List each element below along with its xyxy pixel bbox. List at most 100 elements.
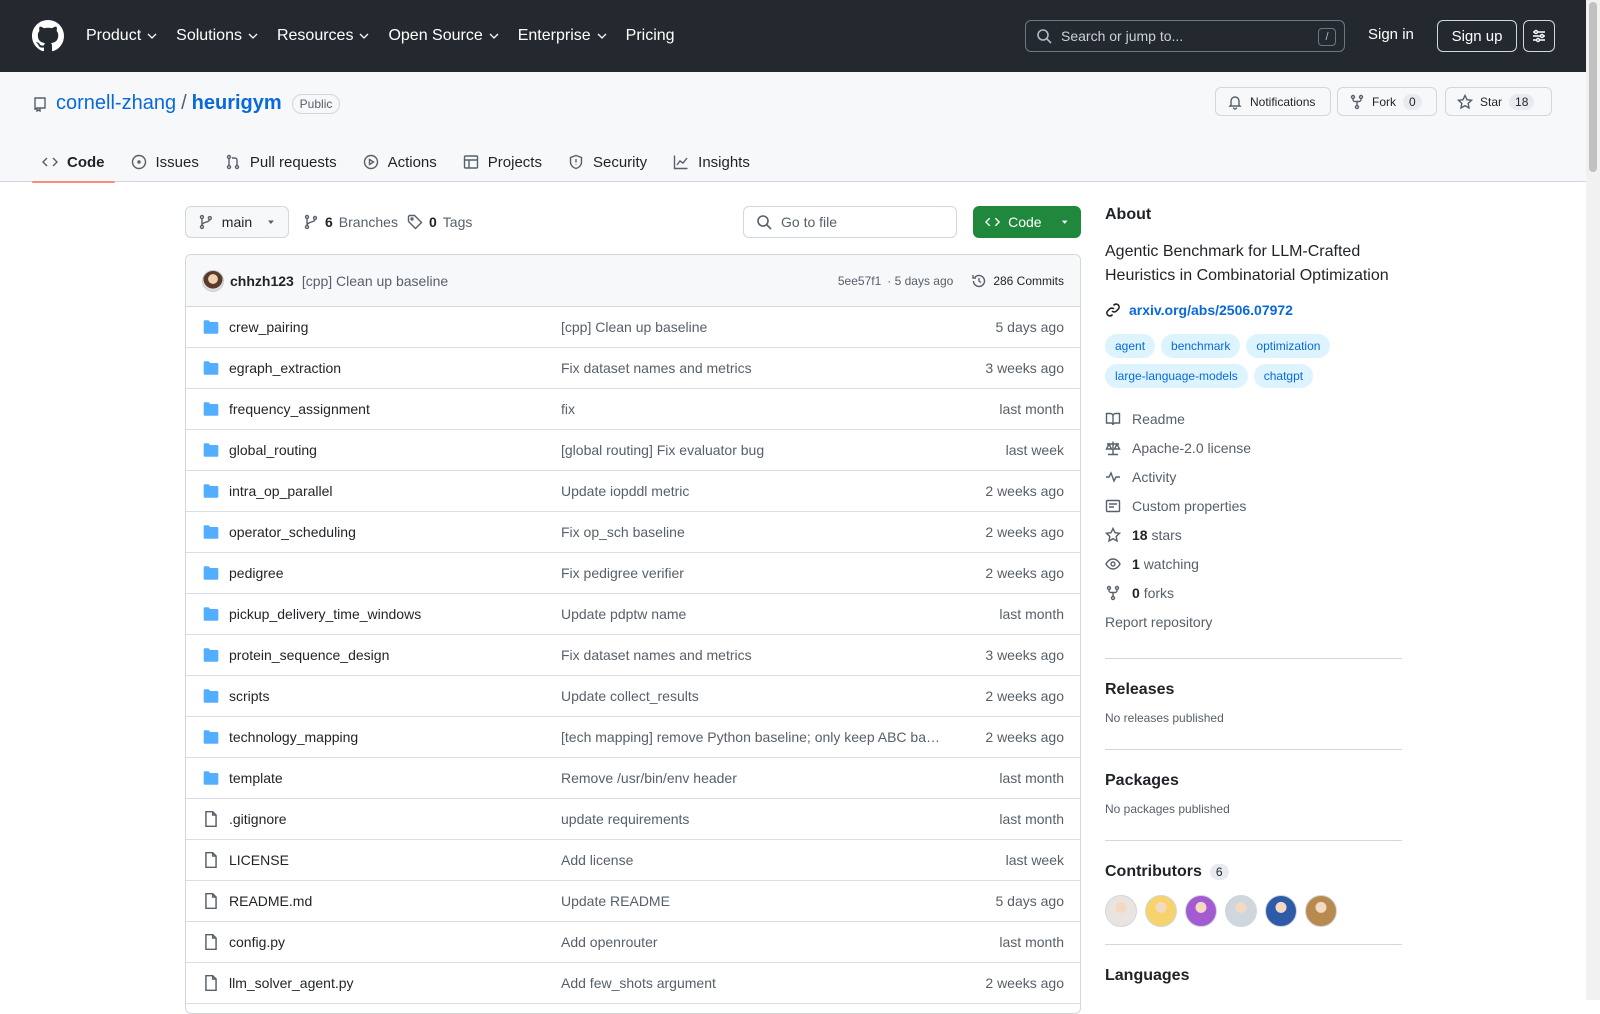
file-commit-message[interactable]: Update pdptw name [561, 606, 941, 622]
tab-insights[interactable]: Insights [663, 143, 760, 181]
topic-tag[interactable]: agent [1105, 334, 1156, 358]
packages-heading[interactable]: Packages [1105, 772, 1402, 790]
tab-pull-requests[interactable]: Pull requests [215, 143, 347, 181]
file-name[interactable]: LICENSE [229, 852, 561, 868]
nav-pricing[interactable]: Pricing [626, 27, 675, 45]
file-name[interactable]: .gitignore [229, 811, 561, 827]
topic-tag[interactable]: large-language-models [1105, 364, 1248, 388]
table-row[interactable]: frequency_assignment fix last month [186, 389, 1080, 430]
avatar[interactable] [202, 269, 224, 292]
topic-tag[interactable]: optimization [1246, 334, 1331, 358]
file-commit-message[interactable]: Add openrouter [561, 934, 941, 950]
avatar[interactable] [1185, 895, 1217, 927]
menu-button[interactable] [1523, 20, 1555, 52]
file-name[interactable]: protein_sequence_design [229, 647, 561, 663]
table-row[interactable]: crew_pairing [cpp] Clean up baseline 5 day… [186, 307, 1080, 348]
commits-link[interactable]: 286 Commits [971, 273, 1064, 289]
repo-name-link[interactable]: heurigym [192, 92, 282, 115]
file-name[interactable]: scripts [229, 688, 561, 704]
file-name[interactable]: pickup_delivery_time_windows [229, 606, 561, 622]
star-button[interactable]: Star 18 [1445, 87, 1552, 116]
file-commit-message[interactable]: Update iopddl metric [561, 483, 941, 499]
file-name[interactable]: operator_scheduling [229, 524, 561, 540]
file-commit-message[interactable]: fix [561, 401, 941, 417]
sign-in-link[interactable]: Sign in [1368, 26, 1414, 43]
homepage-link[interactable]: arxiv.org/abs/2506.07972 [1105, 302, 1402, 318]
commit-sha[interactable]: 5ee57f1 [838, 274, 881, 288]
file-commit-message[interactable]: Add license [561, 852, 941, 868]
activity-link[interactable]: Activity [1105, 462, 1402, 491]
file-commit-message[interactable]: Fix dataset names and metrics [561, 647, 941, 663]
tab-code[interactable]: Code [32, 143, 115, 183]
table-row[interactable]: pickup_delivery_time_windows Update pdptw… [186, 594, 1080, 635]
table-row[interactable]: intra_op_parallel Update iopddl metric 2 w… [186, 471, 1080, 512]
tab-security[interactable]: Security [558, 143, 657, 181]
nav-product[interactable]: Product [86, 27, 158, 45]
table-row[interactable]: README.md Update README 5 days ago [186, 881, 1080, 922]
forks-link[interactable]: 0 forks [1105, 578, 1402, 607]
branches-link[interactable]: 6 Branches [303, 214, 398, 230]
avatar[interactable] [1145, 895, 1177, 927]
table-row[interactable]: technology_mapping [tech mapping] remove … [186, 717, 1080, 758]
table-row[interactable]: global_routing [global routing] Fix evalu… [186, 430, 1080, 471]
file-commit-message[interactable]: update requirements [561, 811, 941, 827]
nav-resources[interactable]: Resources [277, 27, 370, 45]
nav-solutions[interactable]: Solutions [176, 27, 259, 45]
releases-heading[interactable]: Releases [1105, 681, 1402, 699]
table-row[interactable]: scripts Update collect_results 2 weeks ago [186, 676, 1080, 717]
file-commit-message[interactable]: [global routing] Fix evaluator bug [561, 442, 941, 458]
file-name[interactable]: README.md [229, 893, 561, 909]
table-row[interactable]: egraph_extraction Fix dataset names and m… [186, 348, 1080, 389]
sign-up-button[interactable]: Sign up [1437, 20, 1517, 52]
file-commit-message[interactable]: [tech mapping] remove Python baseline; o… [561, 729, 941, 745]
file-commit-message[interactable]: Fix pedigree verifier [561, 565, 941, 581]
file-name[interactable]: pedigree [229, 565, 561, 581]
table-row[interactable]: config.py Add openrouter last month [186, 922, 1080, 963]
nav-enterprise[interactable]: Enterprise [518, 27, 608, 45]
repo-owner-link[interactable]: cornell-zhang [56, 92, 176, 115]
file-commit-message[interactable]: Update README [561, 893, 941, 909]
go-to-file-input[interactable]: Go to file [743, 206, 957, 238]
avatar[interactable] [1265, 895, 1297, 927]
fork-button[interactable]: Fork 0 [1337, 87, 1437, 116]
topic-tag[interactable]: chatgpt [1253, 364, 1314, 388]
commit-message[interactable]: [cpp] Clean up baseline [302, 273, 448, 289]
file-name[interactable]: egraph_extraction [229, 360, 561, 376]
branch-selector[interactable]: main [185, 206, 289, 238]
file-commit-message[interactable]: [cpp] Clean up baseline [561, 319, 941, 335]
tab-actions[interactable]: Actions [353, 143, 447, 181]
table-row[interactable]: operator_scheduling Fix op_sch baseline 2 … [186, 512, 1080, 553]
github-logo-icon[interactable] [32, 20, 64, 52]
table-row[interactable]: template Remove /usr/bin/env header last m… [186, 758, 1080, 799]
file-name[interactable]: llm_solver_agent.py [229, 975, 561, 991]
code-button[interactable]: Code [973, 206, 1081, 238]
tab-issues[interactable]: Issues [121, 143, 209, 181]
file-name[interactable]: crew_pairing [229, 319, 561, 335]
file-name[interactable]: frequency_assignment [229, 401, 561, 417]
scrollbar-thumb[interactable] [1589, 2, 1597, 172]
table-row[interactable]: pedigree Fix pedigree verifier 2 weeks ago [186, 553, 1080, 594]
license-link[interactable]: Apache-2.0 license [1105, 433, 1402, 462]
table-row[interactable]: protein_sequence_design Fix dataset names… [186, 635, 1080, 676]
topic-tag[interactable]: benchmark [1161, 334, 1241, 358]
file-name[interactable]: intra_op_parallel [229, 483, 561, 499]
notifications-button[interactable]: Notifications [1215, 87, 1331, 116]
table-row[interactable]: LICENSE Add license last week [186, 840, 1080, 881]
avatar[interactable] [1105, 895, 1137, 927]
tab-projects[interactable]: Projects [453, 143, 552, 181]
file-name[interactable]: technology_mapping [229, 729, 561, 745]
search-input[interactable]: Search or jump to... / [1025, 20, 1345, 52]
file-commit-message[interactable]: Update collect_results [561, 688, 941, 704]
table-row[interactable]: .gitignore update requirements last month [186, 799, 1080, 840]
readme-link[interactable]: Readme [1105, 404, 1402, 433]
avatar[interactable] [1225, 895, 1257, 927]
file-name[interactable]: template [229, 770, 561, 786]
file-commit-message[interactable]: Remove /usr/bin/env header [561, 770, 941, 786]
custom-properties-link[interactable]: Custom properties [1105, 491, 1402, 520]
report-repository-link[interactable]: Report repository [1105, 607, 1402, 636]
file-commit-message[interactable]: Fix dataset names and metrics [561, 360, 941, 376]
table-row[interactable]: llm_solver_agent.py Add few_shots argumen… [186, 963, 1080, 1004]
commit-author[interactable]: chhzh123 [230, 273, 294, 289]
avatar[interactable] [1305, 895, 1337, 927]
stars-link[interactable]: 18 stars [1105, 520, 1402, 549]
